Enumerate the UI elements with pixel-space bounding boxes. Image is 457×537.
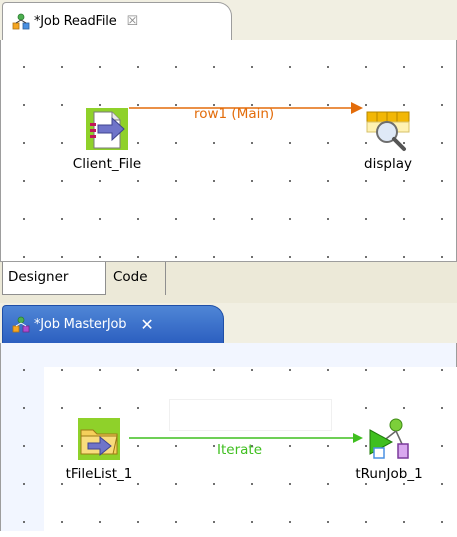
tab-code[interactable]: Code: [108, 262, 166, 295]
component-label: tFileList_1: [65, 466, 133, 482]
masterjob-editor: *Job MasterJob ✕ Iterate tFileList_1 tRu…: [0, 303, 457, 537]
readfile-job-editor: *Job ReadFile ☒ row1 (Main) Client_File: [0, 0, 457, 300]
component-tfilelist[interactable]: tFileList_1: [49, 416, 149, 482]
close-tab-icon[interactable]: ✕: [140, 315, 153, 334]
job-icon: [12, 13, 30, 29]
component-label: tRunJob_1: [355, 466, 423, 482]
component-display[interactable]: display: [338, 106, 438, 172]
component-truijob[interactable]: tRunJob_1: [339, 416, 439, 482]
component-label: display: [364, 156, 412, 172]
designer-code-tabs: Designer Code: [0, 262, 457, 297]
designer-canvas[interactable]: row1 (Main) Client_File display: [0, 40, 457, 262]
tab-title: *Job ReadFile: [34, 14, 117, 29]
close-tab-icon[interactable]: ☒: [127, 14, 139, 29]
component-client-file[interactable]: Client_File: [57, 106, 157, 172]
component-label: Client_File: [72, 156, 142, 172]
tab-title: *Job MasterJob: [34, 317, 127, 332]
job-icon: [12, 316, 30, 332]
tab-job-masterjob[interactable]: *Job MasterJob ✕: [2, 305, 224, 343]
run-job-icon: [369, 418, 409, 459]
file-input-icon: [86, 108, 128, 150]
editor-separator: [0, 296, 457, 303]
iterate-link-label: Iterate: [217, 442, 263, 458]
editor-tab-strip: *Job ReadFile ☒: [0, 0, 457, 40]
editor-tab-strip: *Job MasterJob ✕: [0, 303, 457, 343]
main-row-link-label: row1 (Main): [194, 106, 275, 122]
tab-job-readfile[interactable]: *Job ReadFile ☒: [2, 2, 232, 40]
blank-note-area: [169, 399, 332, 431]
tab-designer[interactable]: Designer: [2, 262, 106, 295]
folder-file-list-icon: [78, 418, 120, 460]
designer-canvas[interactable]: Iterate tFileList_1 tRunJob_1: [0, 343, 457, 537]
log-row-display-icon: [366, 111, 410, 151]
